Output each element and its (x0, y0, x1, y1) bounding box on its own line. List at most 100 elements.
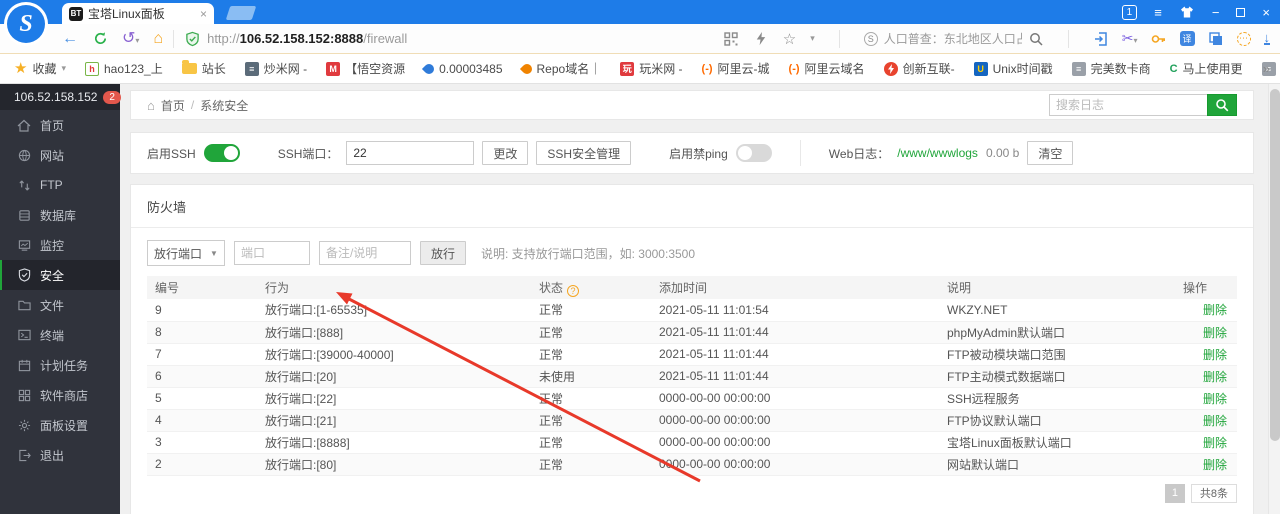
sidebar-item-终端[interactable]: 终端 (0, 320, 120, 350)
sidebar-item-label: 文件 (40, 298, 65, 313)
clear-log-button[interactable]: 清空 (1027, 141, 1074, 165)
bookmark-item[interactable]: (-) 阿里云-城 (702, 60, 770, 77)
ping-toggle[interactable] (735, 144, 772, 162)
restore-session-icon[interactable]: ↺▾ (122, 30, 139, 47)
sidebar-item-label: 计划任务 (40, 358, 89, 373)
qr-code-icon[interactable] (723, 31, 739, 47)
rule-action: 放行端口:[8888] (257, 431, 531, 454)
bookmark-item[interactable]: U Unix时间戳 (973, 60, 1053, 77)
weblog-path-link[interactable]: /www/wwwlogs (897, 146, 978, 160)
store-icon (17, 388, 31, 402)
bookmark-item[interactable]: 0.00003485 (422, 61, 503, 76)
sidebar-item-安全[interactable]: 安全 (0, 260, 120, 290)
sidebar-item-软件商店[interactable]: 软件商店 (0, 380, 120, 410)
bookmarks-overflow-icon[interactable]: » (1263, 61, 1270, 76)
status-help-icon[interactable]: ? (567, 284, 580, 297)
allow-port-button[interactable]: 放行 (419, 241, 466, 265)
site-favicon: U (973, 61, 988, 76)
bookmark-item[interactable]: M 【悟空资源 (326, 60, 405, 77)
delete-rule-link[interactable]: 删除 (1203, 348, 1227, 362)
page-scrollbar[interactable] (1268, 84, 1280, 514)
browser-tab[interactable]: BT 宝塔Linux面板 × (62, 3, 214, 24)
new-tab-button[interactable] (225, 6, 257, 20)
table-header: 行为 (257, 276, 531, 299)
flame-icon (519, 61, 534, 76)
server-ip-header[interactable]: 106.52.158.152 2 (0, 84, 121, 110)
log-search-input[interactable] (1049, 94, 1207, 116)
ssh-port-input[interactable] (346, 141, 475, 165)
note-input[interactable] (318, 241, 411, 265)
proxy-login-icon[interactable] (1093, 31, 1109, 47)
sidebar-item-数据库[interactable]: 数据库 (0, 200, 120, 230)
sidebar-item-FTP[interactable]: FTP (0, 170, 120, 200)
rule-op-cell: 删除 (1175, 431, 1237, 454)
browser-logo-icon[interactable]: S (4, 2, 48, 46)
lightning-icon[interactable] (753, 31, 769, 47)
menu-icon[interactable]: ≡ (1154, 6, 1162, 19)
bookmark-item[interactable]: C 马上使用更 (1170, 60, 1243, 77)
sidebar-item-监控[interactable]: 监控 (0, 230, 120, 260)
rule-type-select[interactable]: 放行端口 ▼ (147, 240, 225, 266)
window-close-icon[interactable]: × (1262, 6, 1270, 19)
favorite-star-icon[interactable]: ☆ (783, 30, 796, 48)
back-icon[interactable]: ← (62, 30, 78, 47)
browser-search-box[interactable]: S 人口普查：东北地区人口占比 (863, 30, 1044, 47)
tab-close-icon[interactable]: × (200, 7, 207, 21)
delete-rule-link[interactable]: 删除 (1203, 326, 1227, 340)
search-magnifier-icon[interactable] (1028, 31, 1044, 47)
bookmark-item[interactable]: Repo域名｜ (519, 60, 601, 77)
download-icon[interactable]: ↓ (1263, 31, 1270, 45)
url-text[interactable]: http://106.52.158.152:8888/firewall (207, 31, 407, 46)
bookmark-item[interactable]: 创新互联- (883, 60, 955, 77)
delete-rule-link[interactable]: 删除 (1203, 436, 1227, 450)
log-search-button[interactable] (1207, 94, 1237, 116)
sidebar-item-退出[interactable]: 退出 (0, 440, 120, 470)
sidebar-item-首页[interactable]: 首页 (0, 110, 120, 140)
bookmark-item[interactable]: ≡ 完美数卡商 (1071, 60, 1151, 77)
address-bar[interactable]: http://106.52.158.152:8888/firewall (184, 31, 407, 47)
change-port-button[interactable]: 更改 (482, 141, 529, 165)
scrollbar-thumb[interactable] (1270, 89, 1280, 441)
page-number-button[interactable]: 1 (1164, 483, 1185, 503)
maximize-icon[interactable] (1236, 7, 1246, 17)
sidebar-item-网站[interactable]: 网站 (0, 140, 120, 170)
delete-rule-link[interactable]: 删除 (1203, 303, 1227, 317)
translate-icon[interactable]: 译 (1179, 31, 1195, 46)
tab-count-badge[interactable]: 1 (1121, 4, 1138, 20)
sidebar-item-面板设置[interactable]: 面板设置 (0, 410, 120, 440)
ssh-toggle[interactable] (203, 144, 240, 162)
screenshot-scissors-icon[interactable]: ✂▾ (1122, 30, 1138, 47)
breadcrumb-home[interactable]: 首页 (161, 97, 185, 114)
clipboard-icon[interactable] (1208, 31, 1224, 47)
sidebar-item-计划任务[interactable]: 计划任务 (0, 350, 120, 380)
bookmark-item[interactable]: h hao123_上 (85, 60, 163, 77)
bookmark-item[interactable]: (-) 阿里云域名 (789, 60, 865, 77)
delete-rule-link[interactable]: 删除 (1203, 392, 1227, 406)
port-input[interactable] (233, 241, 310, 265)
refresh-icon[interactable] (92, 31, 108, 47)
sidebar-item-文件[interactable]: 文件 (0, 290, 120, 320)
skin-icon[interactable] (1179, 4, 1195, 20)
delete-rule-link[interactable]: 删除 (1203, 414, 1227, 428)
terminal-icon (17, 328, 31, 342)
select-caret-icon: ▼ (210, 248, 218, 258)
minimize-icon[interactable]: − (1212, 6, 1220, 19)
site-shield-icon[interactable] (184, 31, 200, 47)
search-suggestion[interactable]: 人口普查：东北地区人口占比 (884, 30, 1022, 47)
rule-op-cell: 删除 (1175, 321, 1237, 344)
notification-badge[interactable]: 2 (103, 90, 121, 104)
delete-rule-link[interactable]: 删除 (1203, 370, 1227, 384)
lightning-icon (883, 61, 898, 76)
bookmark-item[interactable]: ≡ 炒米网 - (244, 60, 307, 77)
bookmark-item[interactable]: ★ 收藏 ▾ (14, 60, 66, 77)
bookmark-item[interactable]: 站长 (181, 60, 226, 77)
home-icon[interactable]: ⌂ (153, 30, 163, 47)
bookmark-item[interactable]: 玩玩米网 - (620, 60, 683, 77)
caret-down-icon: ▾ (61, 63, 66, 73)
more-tools-icon[interactable]: ⋯ (1236, 31, 1251, 46)
ssh-security-button[interactable]: SSH安全管理 (536, 141, 632, 165)
delete-rule-link[interactable]: 删除 (1203, 458, 1227, 472)
password-key-icon[interactable] (1151, 31, 1167, 47)
id: 5 (147, 387, 257, 410)
address-dropdown-icon[interactable]: ▾ (810, 33, 815, 44)
